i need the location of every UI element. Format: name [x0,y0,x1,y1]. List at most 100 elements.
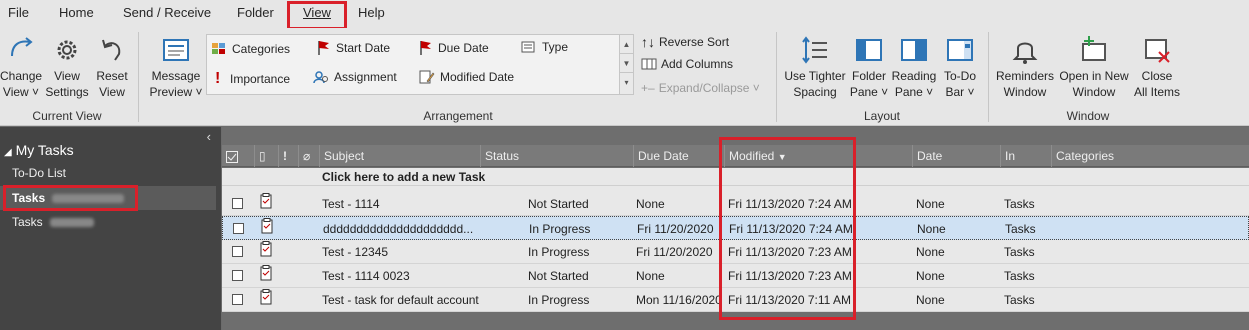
todo-bar-button[interactable]: To-Do Bar ˅ [940,34,980,100]
reverse-sort-label: Reverse Sort [659,35,730,49]
date-completed-column-header[interactable]: Date Completed [912,145,1000,185]
view-settings-label-1: View [54,69,80,83]
tighter-label-2: Spacing [793,85,837,99]
collapse-pane-icon[interactable]: ‹ [207,129,211,144]
arrange-assignment-label: Assignment [334,70,397,84]
menu-file[interactable]: File [8,5,29,20]
complete-column-header[interactable] [222,145,252,167]
status-column-header[interactable]: Status [480,145,633,167]
task-folder: Tasks [1004,197,1035,211]
add-columns-icon [641,58,657,70]
complete-checkbox[interactable] [232,270,243,281]
arrange-start-date[interactable]: Start Date [317,40,390,56]
type-icon [521,41,535,53]
reading-pane-icon [901,39,927,61]
task-status: Not Started [528,269,589,283]
categories-column-header[interactable]: Categories [1051,145,1249,167]
task-subject: ddddddddddddddddddddd... [323,222,474,236]
arrange-importance-label: Importance [230,72,291,86]
close-all-label-1: Close [1141,69,1173,83]
todo-bar-label-2: Bar ˅ [945,85,975,99]
complete-checkbox[interactable] [233,223,244,234]
folder-pane-label-1: Folder [851,69,886,83]
in-folder-column-header[interactable]: In Folder [1000,145,1051,185]
window-group-label: Window [1066,109,1110,123]
view-settings-label-2: Settings [45,85,89,99]
reset-view-button[interactable]: Reset View [94,34,130,100]
arrange-importance[interactable]: ! Importance [215,70,290,88]
menu-help[interactable]: Help [358,5,385,20]
complete-checkbox[interactable] [232,246,243,257]
use-tighter-spacing-button[interactable]: Use Tighter Spacing [782,34,848,100]
layout-group-label: Layout [863,109,901,123]
assignment-icon [313,71,328,84]
task-icon [260,265,272,289]
task-date-completed: None [916,245,945,259]
menu-folder[interactable]: Folder [237,5,274,20]
complete-checkbox[interactable] [232,198,243,209]
chevron-down-icon: ◢ [4,147,12,158]
expand-collapse-icon: +– [641,81,655,95]
arrange-due-date[interactable]: Due Date [419,40,489,56]
reverse-sort-button[interactable]: ↑↓ Reverse Sort [641,34,729,50]
reminders-window-button[interactable]: Reminders Window [994,34,1056,100]
message-preview-label-2: Preview ˅ [149,85,203,99]
tighter-label-1: Use Tighter [784,69,846,83]
nav-item-tasks[interactable]: Tasks [0,210,216,234]
task-date-completed: None [916,269,945,283]
arrange-type[interactable]: Type [521,40,568,54]
add-columns-button[interactable]: Add Columns [641,57,733,71]
red-flag-icon [420,41,431,55]
task-folder: Tasks [1004,293,1035,307]
arrange-modified-date[interactable]: Modified Date [419,70,514,84]
arrange-assignment[interactable]: Assignment [313,70,397,84]
change-view-button[interactable]: Change View ˅ [0,34,42,100]
arrange-categories[interactable]: Categories [211,42,290,56]
menu-home[interactable]: Home [59,5,94,20]
attachment-column-header[interactable]: ⌀ [298,145,318,167]
task-folder: Tasks [1005,222,1036,236]
task-due-date: Fri 11/20/2020 [636,245,713,259]
gallery-down-icon[interactable]: ▼ [620,54,633,73]
complete-checkbox[interactable] [232,294,243,305]
folder-pane-icon [856,39,882,61]
redacted-account [50,218,95,228]
importance-column-header[interactable]: ! [278,145,298,167]
task-folder: Tasks [1004,245,1035,259]
subject-column-header[interactable]: Subject [319,145,480,167]
sort-arrows-icon: ↑↓ [641,34,655,50]
ribbon: Change View ˅ View Settings Reset View C… [0,28,1249,126]
folder-pane-label-2: Pane ˅ [849,85,889,99]
gear-icon [57,40,77,60]
due-date-column-header[interactable]: Due Date [633,145,724,167]
message-preview-button[interactable]: Message Preview ˅ [148,34,204,100]
expand-collapse-button[interactable]: +– Expand/Collapse ˅ [641,81,760,95]
add-columns-label: Add Columns [661,57,734,71]
change-view-icon [11,37,33,57]
new-task-prompt[interactable]: Click here to add a new Task [322,168,485,186]
separator [776,32,777,122]
exclamation-icon: ! [215,70,221,87]
gallery-scrollbar[interactable]: ▲ ▼ ▾ [619,35,633,94]
menu-bar: File Home Send / Receive Folder View Hel… [0,0,1249,30]
menu-send-receive[interactable]: Send / Receive [123,5,211,20]
open-new-window-button[interactable]: Open in New Window [1056,34,1132,100]
undo-icon [102,39,121,61]
reset-view-label-1: Reset [96,69,128,83]
task-icon [260,241,272,265]
gallery-more-icon[interactable]: ▾ [620,73,633,92]
task-status: In Progress [528,293,590,307]
nav-item-todo-list[interactable]: To-Do List [0,161,216,185]
gallery-up-icon[interactable]: ▲ [620,35,633,54]
reading-pane-label-1: Reading [891,69,937,83]
view-settings-button[interactable]: View Settings [44,34,90,100]
page-icon: ▯ [259,149,266,163]
folder-pane-button[interactable]: Folder Pane ˅ [848,34,890,100]
icon-column-header[interactable]: ▯ [254,145,276,167]
reset-view-label-2: View [99,85,125,99]
importance-icon: ! [283,149,287,163]
my-tasks-heading[interactable]: ◢ My Tasks [4,142,74,158]
close-all-items-button[interactable]: Close All Items [1130,34,1184,100]
reading-pane-button[interactable]: Reading Pane ˅ [890,34,938,100]
task-icon [260,289,272,313]
